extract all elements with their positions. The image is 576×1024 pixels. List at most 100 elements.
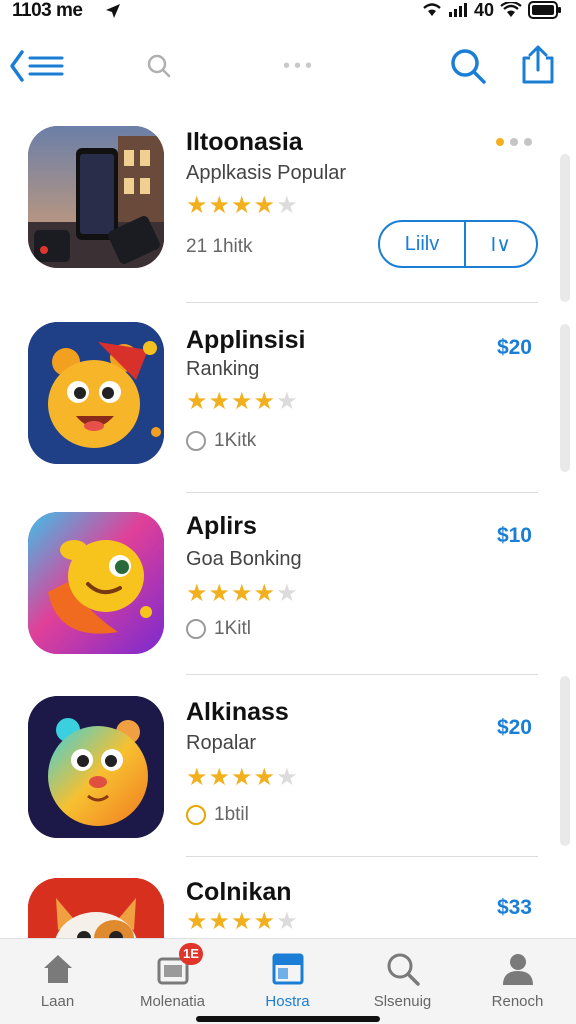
tab-label: Slsenuig (373, 993, 432, 1010)
star-empty-icon: ★ (276, 764, 298, 791)
star-icon: ★ (208, 908, 231, 935)
rating-stars: ★ ★ ★ ★ ★ (186, 194, 298, 218)
app-meta: 21 1hitk (186, 236, 253, 258)
scroll-track[interactable] (560, 324, 570, 472)
search-field[interactable]: ••• (146, 50, 316, 82)
price-button[interactable]: $10 (497, 524, 532, 548)
status-indicators: 40 (422, 0, 562, 20)
wifi-icon (423, 3, 441, 16)
price-button[interactable]: $20 (497, 336, 532, 360)
battery-icon (528, 1, 561, 19)
app-icon-blob[interactable] (28, 696, 164, 838)
scroll-track[interactable] (560, 154, 570, 302)
creature-artwork-icon (28, 512, 164, 654)
apps-icon (272, 953, 303, 985)
bear-character-icon (28, 322, 164, 464)
app-name: Colnikan (186, 878, 292, 906)
search-tab-icon (387, 953, 420, 986)
rating-stars: ★ ★ ★ ★ ★ (186, 766, 298, 790)
get-button[interactable]: Liilv I∨ (378, 220, 538, 268)
download-ring-icon (186, 619, 206, 639)
blob-character-icon (28, 696, 164, 838)
star-icon: ★ (231, 388, 253, 415)
tab-laan[interactable]: Laan (0, 939, 115, 1024)
app-name: Alkinass (186, 698, 289, 726)
top-nav: ••• (0, 40, 576, 92)
tab-slsenuig[interactable]: Slsenuig (345, 939, 460, 1024)
page-dots (496, 138, 532, 146)
tab-hostra[interactable]: Hostra (230, 939, 345, 1024)
rating-stars: ★ ★ ★ ★ ★ (186, 582, 298, 606)
get-button-label[interactable]: Liilv (380, 233, 464, 256)
app-meta: 1Kitk (186, 430, 256, 452)
download-ring-icon (186, 805, 206, 825)
dropdown-chevron[interactable]: I∨ (466, 232, 537, 257)
star-icon: ★ (208, 192, 231, 219)
app-subtitle: Ranking (186, 358, 260, 380)
star-icon: ★ (186, 908, 208, 935)
person-icon (502, 954, 533, 985)
app-icon-bear[interactable] (28, 322, 164, 464)
star-empty-icon: ★ (276, 192, 298, 219)
star-icon: ★ (186, 192, 208, 219)
download-count: 1btil (214, 804, 249, 825)
location-arrow-icon (106, 4, 120, 18)
star-icon: ★ (186, 388, 208, 415)
star-icon: ★ (253, 580, 276, 607)
star-icon: ★ (253, 908, 276, 935)
price-button[interactable]: $33 (497, 896, 532, 920)
app-name: Applinsisi (186, 326, 306, 354)
app-icon-phones[interactable] (28, 126, 164, 268)
back-menu-icon[interactable] (8, 46, 68, 86)
star-icon: ★ (253, 764, 276, 791)
app-meta: 1Kitl (186, 618, 251, 640)
tab-bar: Laan 1E Molenatia Hostra Slsenuig Renoch (0, 938, 576, 1024)
notification-badge: 1E (179, 943, 203, 965)
phones-artwork-icon (28, 126, 164, 268)
rating-stars: ★ ★ ★ ★ ★ (186, 390, 298, 414)
star-icon: ★ (231, 580, 253, 607)
star-icon: ★ (208, 580, 231, 607)
app-subtitle: Applkasis Popular (186, 162, 347, 184)
star-icon: ★ (208, 388, 231, 415)
scroll-track[interactable] (560, 676, 570, 846)
search-placeholder-dots: ••• (282, 54, 316, 77)
star-icon: ★ (253, 192, 276, 219)
app-subtitle: Goa Bonking (186, 548, 302, 570)
page-dot (524, 138, 532, 146)
rating-stars: ★ ★ ★ ★ ★ (186, 910, 298, 934)
row-divider (186, 856, 538, 857)
cellular-icon (448, 3, 467, 17)
download-count: 21 1hitk (186, 236, 253, 257)
tab-label: Laan (40, 993, 75, 1010)
page-dot-active (496, 138, 504, 146)
price-button[interactable]: $20 (497, 716, 532, 740)
download-count: 1Kitk (214, 430, 257, 451)
status-bar: 1103 me 40 (0, 0, 576, 24)
tab-renoch[interactable]: Renoch (460, 939, 575, 1024)
star-icon: ★ (186, 764, 208, 791)
network-label: 40 (473, 0, 494, 20)
star-icon: ★ (186, 580, 208, 607)
star-empty-icon: ★ (276, 908, 298, 935)
app-icon-gradient-creature[interactable] (28, 512, 164, 654)
tab-molenatia[interactable]: 1E Molenatia (115, 939, 230, 1024)
tab-label: Molenatia (139, 993, 206, 1010)
home-indicator[interactable] (196, 1016, 380, 1022)
tab-label: Renoch (491, 993, 544, 1010)
app-meta: 1btil (186, 804, 249, 826)
app-name: Aplirs (186, 512, 257, 540)
search-field-icon (147, 54, 171, 78)
wifi-icon-2 (500, 2, 522, 17)
star-empty-icon: ★ (276, 580, 298, 607)
star-icon: ★ (208, 764, 231, 791)
star-icon: ★ (231, 908, 253, 935)
search-icon[interactable] (448, 46, 488, 86)
row-divider (186, 492, 538, 493)
home-icon (43, 955, 72, 983)
download-ring-icon (186, 431, 206, 451)
share-icon[interactable] (518, 44, 558, 86)
status-time: 1103 me (12, 0, 83, 21)
row-divider (186, 674, 538, 675)
download-count: 1Kitl (214, 618, 251, 639)
